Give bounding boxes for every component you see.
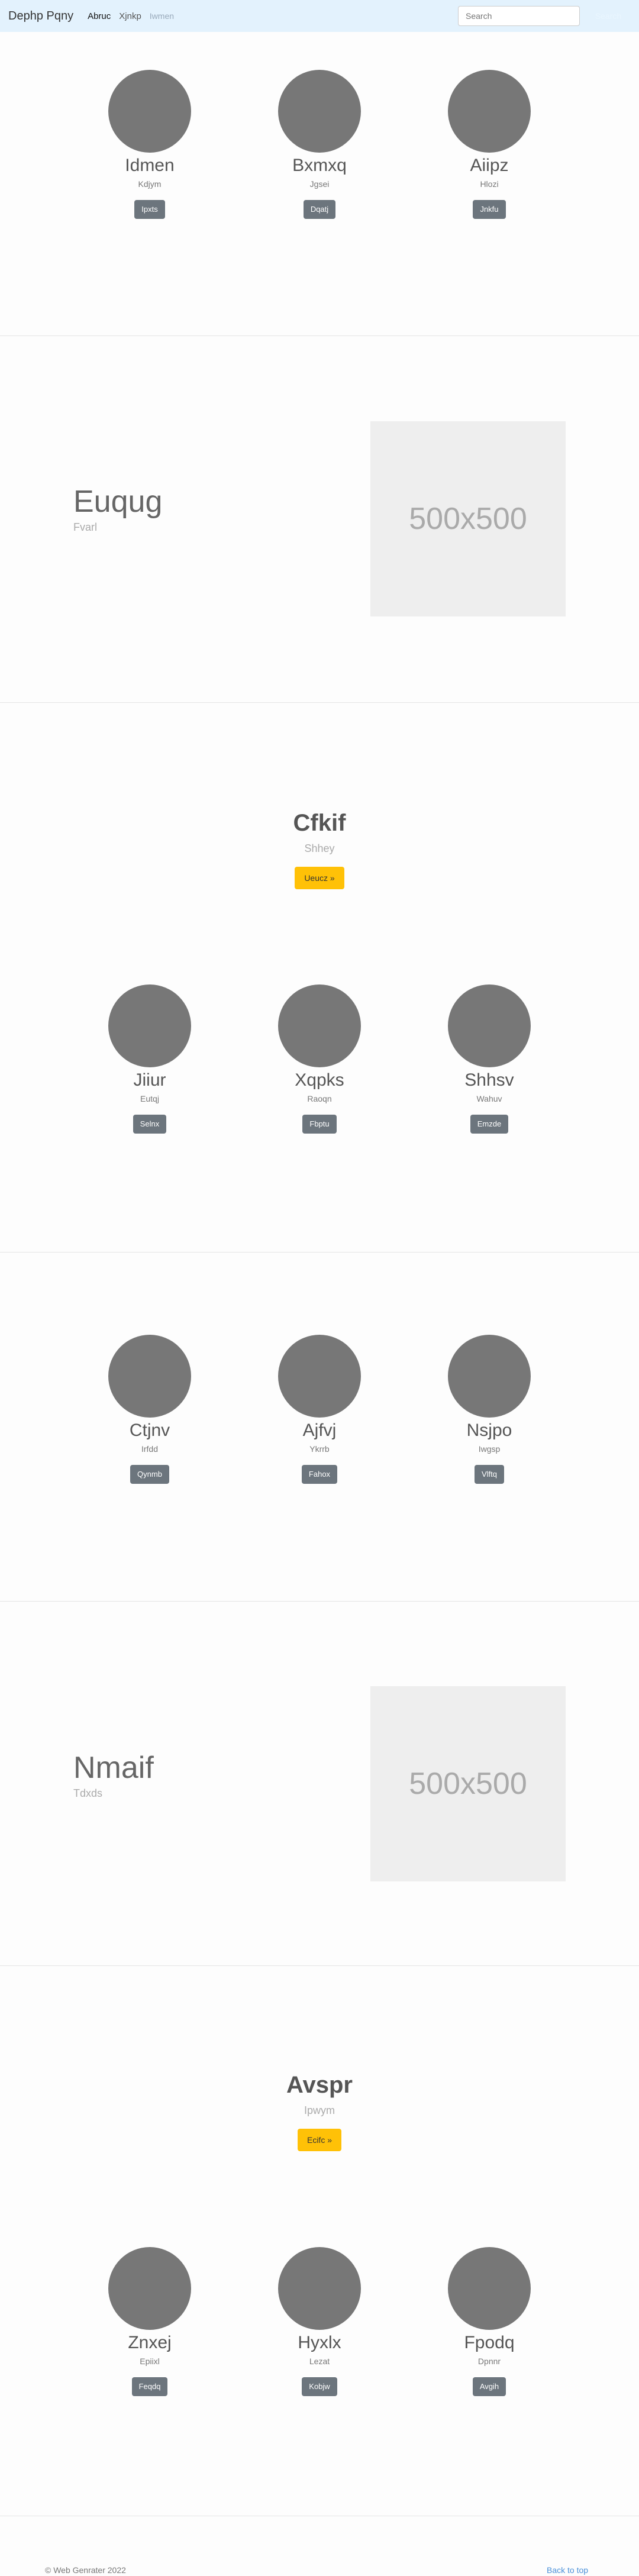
feature-image-label: 500x500 xyxy=(409,1767,527,1801)
team-card-button[interactable]: Qynmb xyxy=(130,1465,169,1484)
team-card: Fpodq Dpnnr Avgih xyxy=(418,2247,560,2396)
team-card-name: Hyxlx xyxy=(298,2333,341,2352)
jumbotron-subtitle: Shhey xyxy=(304,842,335,854)
avatar xyxy=(448,984,531,1067)
team-card-subtitle: Dpnnr xyxy=(477,2357,501,2366)
team-card-name: Nsjpo xyxy=(466,1421,512,1440)
search-form: Search xyxy=(458,6,631,26)
team-card: Shhsv Wahuv Emzde xyxy=(418,984,560,1134)
jumbotron-title: Cfkif xyxy=(293,810,346,836)
feature-title: Nmaif xyxy=(73,1751,154,1785)
team-card-subtitle: Lezat xyxy=(309,2357,330,2366)
team-card-subtitle: Irfdd xyxy=(141,1444,158,1454)
team-card-subtitle: Hlozi xyxy=(480,179,499,189)
team-card: Znxej Epiixl Feqdq xyxy=(79,2247,221,2396)
team-card-button[interactable]: Feqdq xyxy=(131,2377,168,2396)
avatar xyxy=(278,70,361,153)
jumbotron-button-wrap: Ueucz » xyxy=(0,867,639,889)
nav-link-2[interactable]: Xjnkp xyxy=(119,11,141,21)
jumbotron-button[interactable]: Ecifc » xyxy=(297,2129,341,2151)
team-card: Aiipz Hlozi Jnkfu xyxy=(418,70,560,219)
team-card-button[interactable]: Fbptu xyxy=(302,1115,337,1134)
team-card-button[interactable]: Selnx xyxy=(133,1115,167,1134)
team-card-subtitle: Eutqj xyxy=(140,1094,159,1103)
team-card-name: Bxmxq xyxy=(292,156,347,175)
team-card: Bxmxq Jgsei Dqatj xyxy=(248,70,390,219)
team-card-name: Xqpks xyxy=(295,1070,344,1090)
feature-image: 500x500 xyxy=(370,421,566,616)
team-card-button[interactable]: Emzde xyxy=(470,1115,509,1134)
team-card-name: Fpodq xyxy=(464,2333,515,2352)
feature-subtitle: Fvarl xyxy=(73,521,97,533)
team-card-name: Znxej xyxy=(128,2333,172,2352)
avatar xyxy=(108,984,191,1067)
avatar xyxy=(278,2247,361,2330)
feature-section-2: Nmaif Tdxds 500x500 xyxy=(0,1601,639,1966)
feature-section-1: Euqug Fvarl 500x500 xyxy=(0,335,639,703)
avatar xyxy=(448,70,531,153)
back-to-top-link[interactable]: Back to top xyxy=(547,2565,588,2575)
team-card-subtitle: Raoqn xyxy=(307,1094,332,1103)
team-card: Ajfvj Ykrrb Fahox xyxy=(248,1335,390,1484)
team-card-button[interactable]: Vlftq xyxy=(474,1465,504,1484)
team-card: Jiiur Eutqj Selnx xyxy=(79,984,221,1134)
team-card-subtitle: Wahuv xyxy=(476,1094,502,1103)
team-card-subtitle: Ykrrb xyxy=(309,1444,330,1454)
team-card-button[interactable]: Kobjw xyxy=(302,2377,337,2396)
team-card-subtitle: Iwgsp xyxy=(478,1444,501,1454)
feature-image-label: 500x500 xyxy=(409,502,527,536)
nav-link-3[interactable]: Iwmen xyxy=(150,11,174,21)
team-card-name: Jiiur xyxy=(133,1070,166,1090)
team-card-subtitle: Jgsei xyxy=(309,179,330,189)
avatar xyxy=(278,984,361,1067)
avatar xyxy=(448,1335,531,1418)
team-card-subtitle: Epiixl xyxy=(140,2357,160,2366)
jumbotron-button-wrap: Ecifc » xyxy=(0,2129,639,2151)
navbar: Dephp Pqny Abruc Xjnkp Iwmen Search xyxy=(0,0,639,32)
team-section-3: Ctjnv Irfdd Qynmb Ajfvj Ykrrb Fahox Nsjp… xyxy=(0,1252,639,1602)
feature-image: 500x500 xyxy=(370,1686,566,1881)
team-card-button[interactable]: Jnkfu xyxy=(473,200,506,219)
footer-copyright: © Web Genrater 2022 xyxy=(45,2565,126,2575)
team-card: Ctjnv Irfdd Qynmb xyxy=(79,1335,221,1484)
team-card-button[interactable]: Dqatj xyxy=(303,200,336,219)
avatar xyxy=(108,2247,191,2330)
team-card-subtitle: Kdjym xyxy=(138,179,162,189)
jumbotron-subtitle: Ipwym xyxy=(304,2104,335,2116)
jumbotron-title: Avspr xyxy=(286,2072,353,2098)
nav-link-1[interactable]: Abruc xyxy=(88,11,111,21)
team-card: Xqpks Raoqn Fbptu xyxy=(248,984,390,1134)
team-card: Nsjpo Iwgsp Vlftq xyxy=(418,1335,560,1484)
team-card-name: Ctjnv xyxy=(129,1421,170,1440)
search-button[interactable]: Search xyxy=(586,6,631,26)
avatar xyxy=(108,70,191,153)
team-card-name: Idmen xyxy=(125,156,175,175)
team-card-name: Ajfvj xyxy=(302,1421,337,1440)
avatar xyxy=(108,1335,191,1418)
team-card-button[interactable]: Ipxts xyxy=(134,200,165,219)
team-card-button[interactable]: Avgih xyxy=(472,2377,506,2396)
avatar xyxy=(278,1335,361,1418)
team-card: Hyxlx Lezat Kobjw xyxy=(248,2247,390,2396)
jumbotron-section-1: Cfkif Shhey Ueucz » Jiiur Eutqj Selnx Xq… xyxy=(0,702,639,1253)
feature-title: Euqug xyxy=(73,485,163,519)
jumbotron-section-2: Avspr Ipwym Ecifc » Znxej Epiixl Feqdq H… xyxy=(0,1965,639,2516)
feature-subtitle: Tdxds xyxy=(73,1787,103,1799)
footer: © Web Genrater 2022 Back to top xyxy=(0,2516,639,2576)
jumbotron-button[interactable]: Ueucz » xyxy=(295,867,344,889)
avatar xyxy=(448,2247,531,2330)
brand-link[interactable]: Dephp Pqny xyxy=(8,9,73,23)
team-section-1: Idmen Kdjym Ipxts Bxmxq Jgsei Dqatj Aiip… xyxy=(0,32,639,336)
team-card-name: Shhsv xyxy=(464,1070,514,1090)
search-input[interactable] xyxy=(458,6,580,26)
team-card: Idmen Kdjym Ipxts xyxy=(79,70,221,219)
team-card-name: Aiipz xyxy=(470,156,509,175)
team-card-button[interactable]: Fahox xyxy=(301,1465,338,1484)
